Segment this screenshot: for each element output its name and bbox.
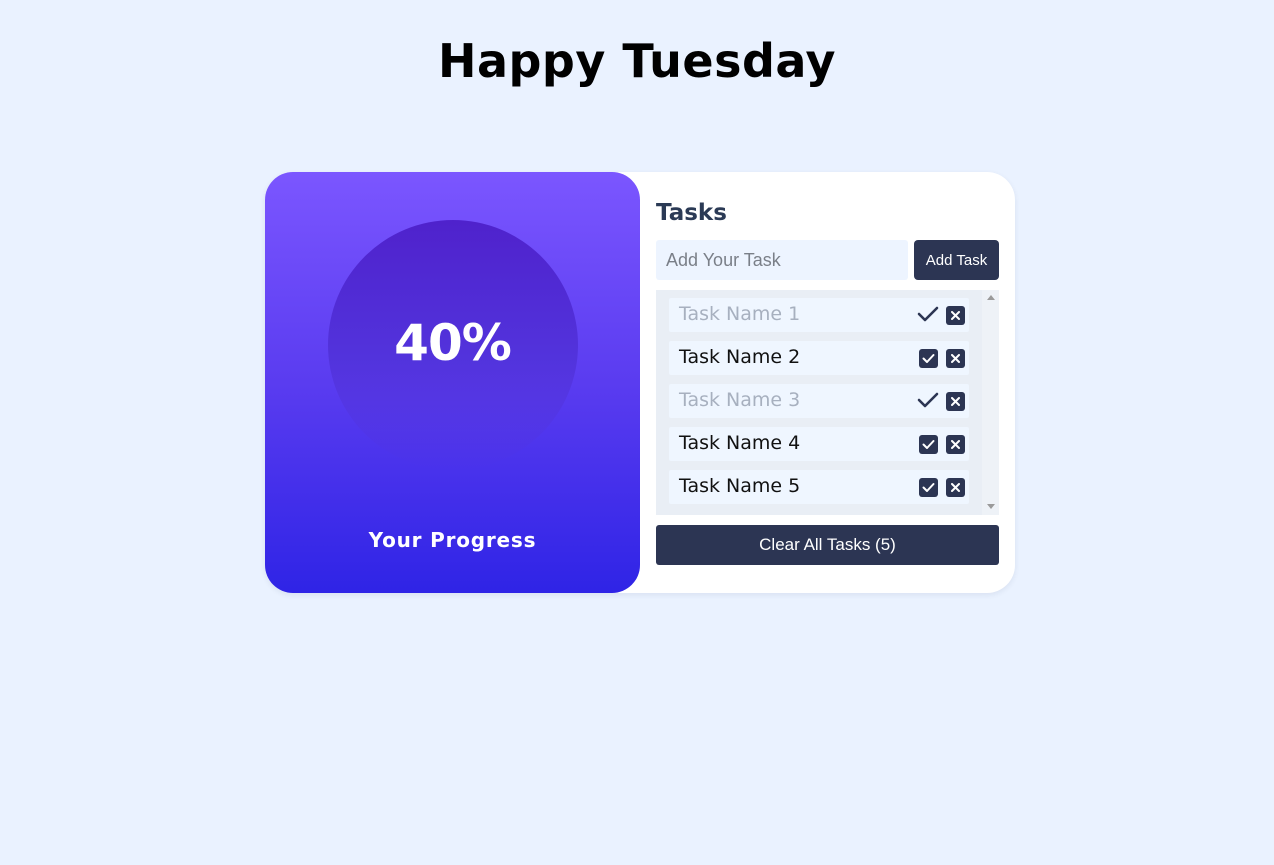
close-icon bbox=[951, 311, 960, 320]
task-label: Task Name 4 bbox=[679, 432, 801, 454]
task-item: Task Name 5 bbox=[669, 470, 969, 504]
scroll-up-icon[interactable] bbox=[987, 295, 995, 300]
progress-panel: 40% Your Progress bbox=[265, 172, 640, 593]
tasks-panel: Tasks Add Task Task Name 1 Task Name 2 bbox=[656, 172, 999, 593]
task-list[interactable]: Task Name 1 Task Name 2 Task Name 3 Task… bbox=[656, 290, 999, 515]
close-icon bbox=[951, 440, 960, 449]
close-icon bbox=[951, 397, 960, 406]
page-title: Happy Tuesday bbox=[437, 34, 837, 88]
task-label: Task Name 5 bbox=[679, 475, 801, 497]
delete-task-button[interactable] bbox=[946, 306, 965, 325]
delete-task-button[interactable] bbox=[946, 435, 965, 454]
add-task-button[interactable]: Add Task bbox=[914, 240, 999, 280]
check-icon bbox=[922, 440, 935, 449]
task-label: Task Name 2 bbox=[679, 346, 801, 368]
task-label: Task Name 3 bbox=[679, 389, 801, 411]
clear-all-tasks-button[interactable]: Clear All Tasks (5) bbox=[656, 525, 999, 565]
task-item: Task Name 2 bbox=[669, 341, 969, 375]
complete-task-button[interactable] bbox=[919, 435, 938, 454]
task-item: Task Name 3 bbox=[669, 384, 969, 418]
complete-task-button[interactable] bbox=[919, 349, 938, 368]
delete-task-button[interactable] bbox=[946, 392, 965, 411]
tasks-heading: Tasks bbox=[656, 200, 727, 226]
close-icon bbox=[951, 483, 960, 492]
task-input[interactable] bbox=[656, 240, 908, 280]
progress-label: Your Progress bbox=[368, 528, 537, 552]
progress-percent: 40% bbox=[394, 314, 512, 372]
task-item: Task Name 1 bbox=[669, 298, 969, 332]
check-icon[interactable] bbox=[917, 391, 939, 409]
close-icon bbox=[951, 354, 960, 363]
task-card: 40% Your Progress Tasks Add Task Task Na… bbox=[265, 172, 1015, 593]
task-list-scrollbar[interactable] bbox=[982, 290, 999, 515]
check-icon bbox=[922, 354, 935, 363]
task-item: Task Name 4 bbox=[669, 427, 969, 461]
delete-task-button[interactable] bbox=[946, 478, 965, 497]
delete-task-button[interactable] bbox=[946, 349, 965, 368]
check-icon[interactable] bbox=[917, 305, 939, 323]
scroll-down-icon[interactable] bbox=[987, 504, 995, 509]
task-label: Task Name 1 bbox=[679, 303, 801, 325]
check-icon bbox=[922, 483, 935, 492]
complete-task-button[interactable] bbox=[919, 478, 938, 497]
